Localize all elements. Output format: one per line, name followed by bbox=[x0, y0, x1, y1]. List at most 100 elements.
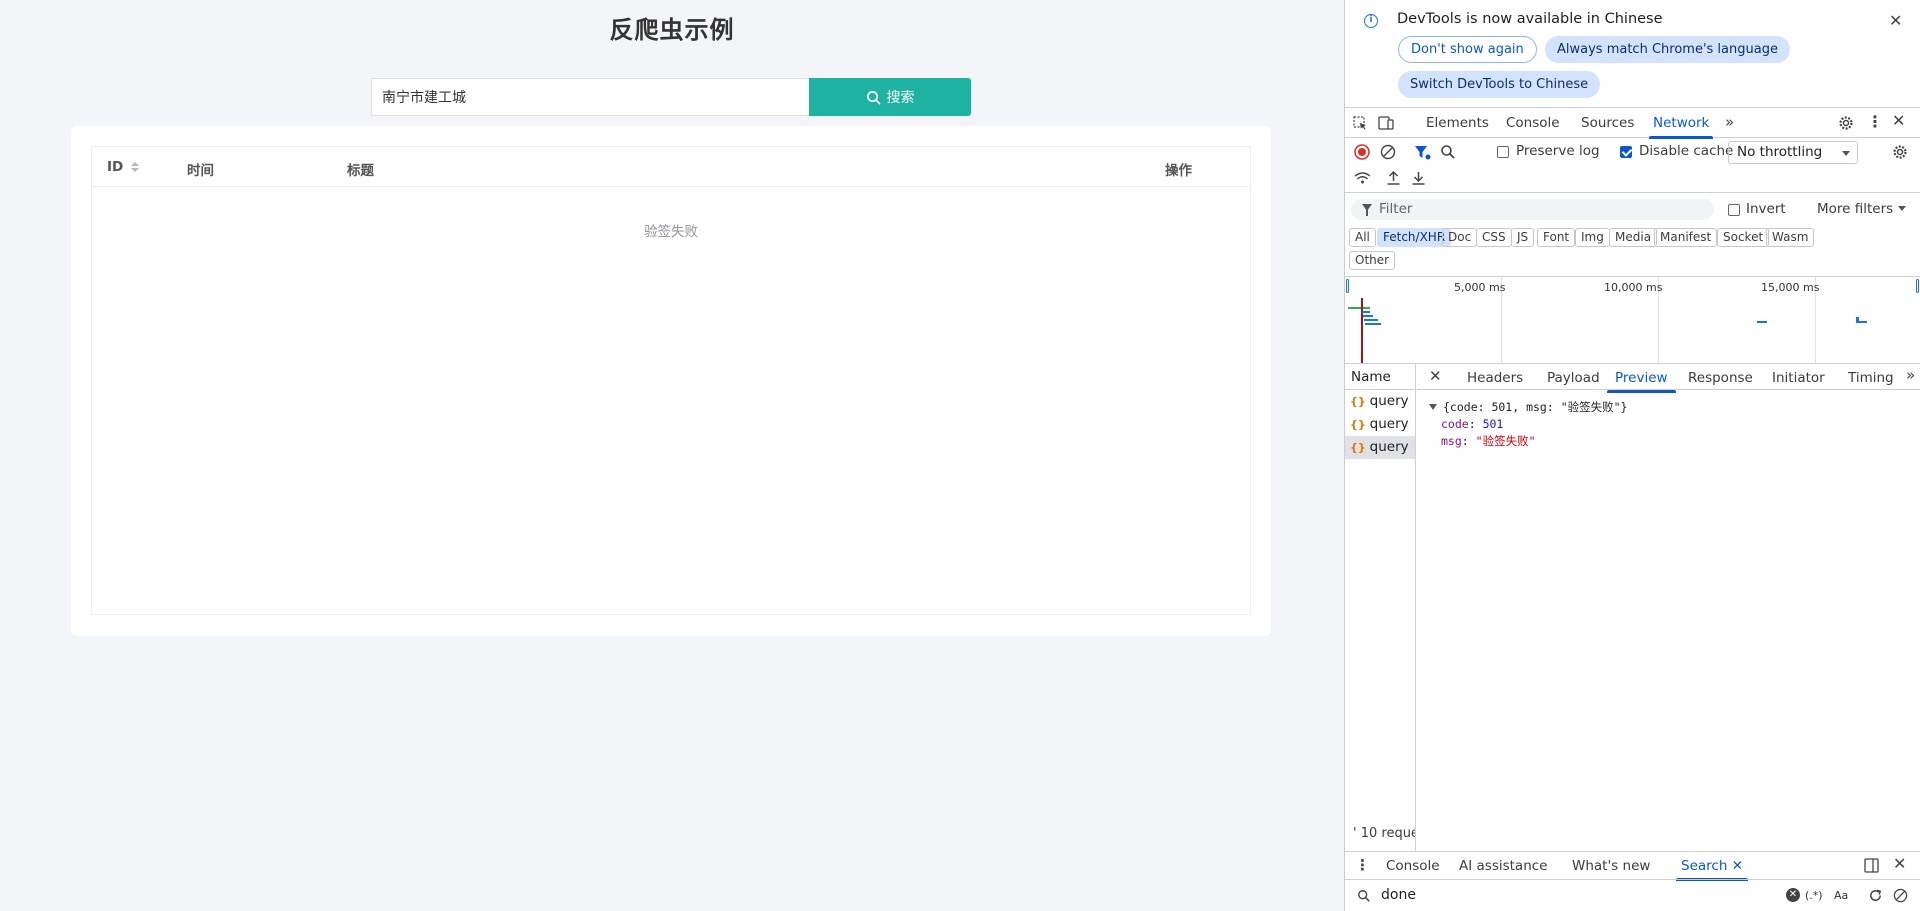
type-filter-doc[interactable]: Doc bbox=[1442, 228, 1478, 247]
timeline-left-handle[interactable] bbox=[1346, 279, 1349, 293]
more-filters-dropdown[interactable]: More filters bbox=[1817, 201, 1893, 217]
tab-response[interactable]: Response bbox=[1688, 370, 1753, 386]
json-summary: {code: 501, msg: "验签失败"} bbox=[1443, 400, 1628, 414]
drawer-tab-ai-assistance[interactable]: AI assistance bbox=[1459, 858, 1547, 874]
search-input[interactable] bbox=[371, 78, 810, 116]
type-filter-socket[interactable]: Socket bbox=[1717, 228, 1770, 247]
request-name: query bbox=[1369, 439, 1409, 455]
tab-timing[interactable]: Timing bbox=[1848, 370, 1894, 386]
request-row-selected[interactable]: {} query bbox=[1345, 436, 1415, 459]
network-toolbar-secondary bbox=[1345, 166, 1920, 193]
drawer-tab-whats-new[interactable]: What's new bbox=[1572, 858, 1650, 874]
clear-icon[interactable] bbox=[1380, 144, 1396, 160]
tab-payload[interactable]: Payload bbox=[1547, 370, 1600, 386]
tab-sources[interactable]: Sources bbox=[1581, 115, 1634, 131]
close-icon[interactable]: ✕ bbox=[1889, 11, 1902, 30]
search-icon[interactable] bbox=[1440, 144, 1456, 160]
network-settings-gear-icon[interactable] bbox=[1892, 144, 1908, 160]
more-options-icon[interactable]: ⋮ bbox=[1867, 114, 1883, 130]
json-property-row: code: 501 bbox=[1441, 417, 1504, 431]
close-drawer-icon[interactable]: ✕ bbox=[1893, 856, 1906, 872]
json-root-row[interactable]: {code: 501, msg: "验签失败"} bbox=[1429, 399, 1627, 416]
settings-gear-icon[interactable] bbox=[1838, 115, 1854, 131]
type-filter-fetch-xhr[interactable]: Fetch/XHR bbox=[1377, 228, 1452, 247]
stop-recording-icon[interactable] bbox=[1354, 144, 1370, 160]
refresh-icon[interactable] bbox=[1868, 888, 1883, 903]
page-viewport: 反爬虫示例 搜索 ID 时间 标题 操作 验签失败 bbox=[0, 0, 1344, 911]
drawer-search-input[interactable]: done bbox=[1381, 887, 1416, 903]
drawer-tab-console[interactable]: Console bbox=[1386, 858, 1440, 874]
table-header: ID 时间 标题 操作 bbox=[92, 147, 1250, 187]
tab-headers[interactable]: Headers bbox=[1467, 370, 1523, 386]
timeline-right-handle[interactable] bbox=[1916, 279, 1919, 293]
close-devtools-icon[interactable]: ✕ bbox=[1892, 113, 1905, 129]
chevron-down-icon bbox=[1898, 206, 1906, 211]
tab-preview[interactable]: Preview bbox=[1607, 370, 1676, 393]
xhr-icon: {} bbox=[1350, 395, 1366, 408]
drawer-tab-label: Search bbox=[1681, 858, 1728, 874]
throttling-select[interactable]: No throttling bbox=[1728, 141, 1858, 164]
type-filter-manifest[interactable]: Manifest bbox=[1654, 228, 1718, 247]
clear-results-icon[interactable] bbox=[1893, 888, 1908, 903]
tab-console[interactable]: Console bbox=[1506, 115, 1560, 131]
tab-elements[interactable]: Elements bbox=[1426, 115, 1489, 131]
xhr-icon: {} bbox=[1350, 441, 1366, 454]
close-tab-icon[interactable]: ✕ bbox=[1732, 858, 1743, 874]
table-card: ID 时间 标题 操作 验签失败 bbox=[71, 126, 1271, 636]
close-detail-icon[interactable]: ✕ bbox=[1429, 369, 1442, 384]
drawer-tabs: ⋮ Console AI assistance What's new Searc… bbox=[1345, 851, 1920, 881]
name-column-header[interactable]: Name bbox=[1345, 364, 1415, 390]
device-toolbar-icon[interactable] bbox=[1378, 116, 1394, 130]
sort-icon[interactable] bbox=[131, 162, 140, 172]
filter-icon[interactable] bbox=[1414, 144, 1431, 161]
dont-show-again-button[interactable]: Don't show again bbox=[1398, 36, 1537, 63]
search-icon bbox=[866, 90, 880, 104]
devtools-main-tabs: Elements Console Sources Network » ⋮ ✕ bbox=[1345, 107, 1920, 139]
table-empty-text: 验签失败 bbox=[644, 224, 698, 240]
preserve-log-checkbox[interactable] bbox=[1497, 146, 1509, 158]
banner-text: DevTools is now available in Chinese bbox=[1397, 11, 1663, 27]
network-conditions-wifi-icon[interactable] bbox=[1354, 171, 1371, 186]
type-filter-other[interactable]: Other bbox=[1349, 251, 1396, 270]
type-filter-wasm[interactable]: Wasm bbox=[1766, 228, 1815, 247]
request-row[interactable]: {} query bbox=[1345, 413, 1415, 436]
dock-side-icon[interactable] bbox=[1864, 858, 1879, 873]
clear-search-icon[interactable]: ✕ bbox=[1786, 888, 1800, 902]
always-match-language-button[interactable]: Always match Chrome's language bbox=[1545, 36, 1790, 63]
timeline-tick-label: 5,000 ms bbox=[1454, 281, 1506, 294]
type-filter-all[interactable]: All bbox=[1349, 228, 1376, 247]
import-har-upload-icon[interactable] bbox=[1386, 170, 1401, 186]
more-tabs-icon[interactable]: » bbox=[1725, 115, 1734, 130]
search-button[interactable]: 搜索 bbox=[809, 78, 971, 116]
switch-to-chinese-button[interactable]: Switch DevTools to Chinese bbox=[1398, 71, 1601, 98]
page-title: 反爬虫示例 bbox=[609, 16, 735, 44]
column-header-title: 标题 bbox=[347, 163, 374, 179]
type-filter-css[interactable]: CSS bbox=[1476, 228, 1512, 247]
type-filter-js[interactable]: JS bbox=[1511, 228, 1535, 247]
inspect-element-icon[interactable] bbox=[1353, 116, 1368, 131]
more-tabs-icon[interactable]: » bbox=[1906, 368, 1915, 383]
filter-input[interactable]: Filter bbox=[1351, 199, 1714, 220]
drawer-menu-icon[interactable]: ⋮ bbox=[1355, 858, 1370, 873]
json-preview: {code: 501, msg: "验签失败"} code: 501 msg: … bbox=[1429, 399, 1627, 450]
type-filter-media[interactable]: Media bbox=[1609, 228, 1658, 247]
column-header-id[interactable]: ID bbox=[107, 159, 140, 175]
request-row[interactable]: {} query bbox=[1345, 390, 1415, 413]
regex-toggle[interactable]: (.*) bbox=[1805, 889, 1823, 903]
expand-triangle-icon[interactable] bbox=[1429, 404, 1437, 410]
match-case-toggle[interactable]: Aa bbox=[1834, 889, 1848, 903]
filter-row: Filter Invert More filters bbox=[1345, 196, 1920, 222]
disable-cache-checkbox[interactable] bbox=[1620, 146, 1632, 158]
drawer-tab-search[interactable]: Search ✕ bbox=[1676, 858, 1748, 881]
json-property-row: msg: "验签失败" bbox=[1441, 434, 1536, 448]
tab-network[interactable]: Network bbox=[1648, 115, 1714, 139]
throttling-value: No throttling bbox=[1737, 144, 1823, 160]
timeline-tick-label: 15,000 ms bbox=[1761, 281, 1820, 294]
export-har-download-icon[interactable] bbox=[1411, 170, 1426, 186]
network-overview-timeline[interactable]: 5,000 ms 10,000 ms 15,000 ms bbox=[1345, 276, 1920, 364]
tab-initiator[interactable]: Initiator bbox=[1772, 370, 1825, 386]
type-filter-img[interactable]: Img bbox=[1575, 228, 1610, 247]
invert-checkbox[interactable] bbox=[1728, 204, 1740, 216]
request-count-status: ' 10 reque bbox=[1353, 826, 1415, 841]
type-filter-font[interactable]: Font bbox=[1537, 228, 1576, 247]
